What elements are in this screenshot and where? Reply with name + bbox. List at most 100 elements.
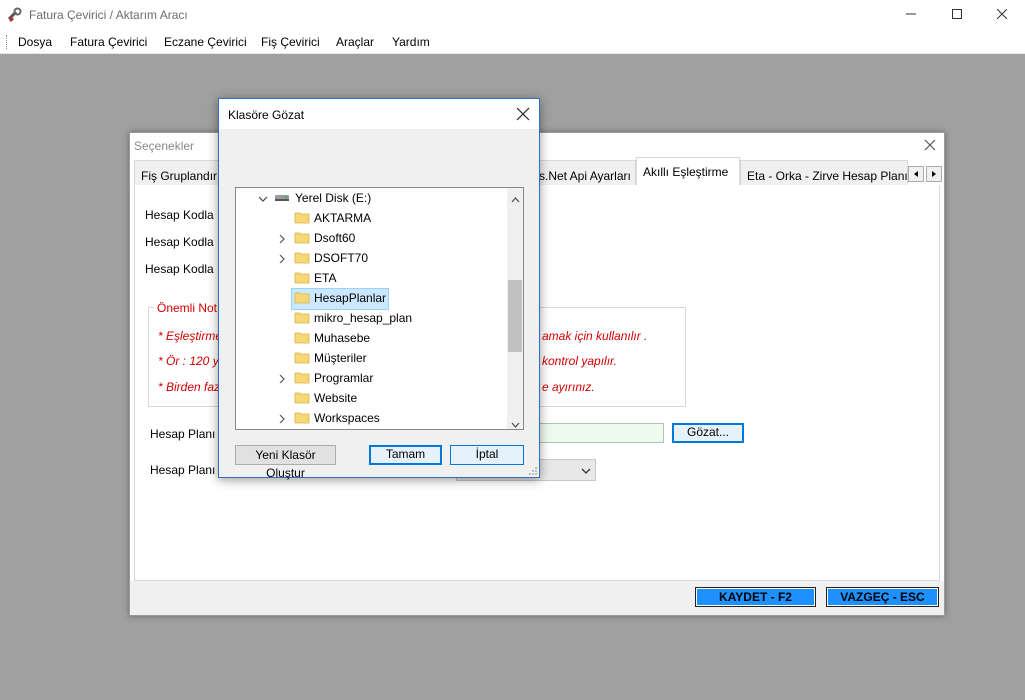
folder-icon [294,370,310,384]
folder-label: DSOFT70 [314,251,369,265]
chevron-down-icon [581,465,591,479]
folder-icon [294,290,310,304]
hesap-kodu-label-1: Hesap Kodla [145,208,214,222]
folder-label: HesapPlanlar [314,291,387,305]
hesap-plani-label-1: Hesap Planı [150,427,216,441]
folder-label: Programlar [314,371,374,385]
tree-node-drive[interactable]: Yerel Disk (E:) [236,188,507,208]
folder-label: Müşteriler [314,351,367,365]
note-line-2-end: kontrol yapılır. [542,354,617,368]
dialog-close-button[interactable] [516,107,530,121]
tab-net-api-ayarlari[interactable]: s.Net Api Ayarları [530,160,636,186]
chevron-right-icon[interactable] [278,233,286,244]
hesap-plani-path-input[interactable] [535,423,664,443]
menu-dosya[interactable]: Dosya [18,35,52,49]
note-line-3-end: e ayırınız. [542,380,595,394]
note-line-1: * Eşleştirme [158,329,223,343]
close-icon [516,107,530,121]
tab-fis-gruplandirma[interactable]: Fiş Gruplandırı [134,160,224,186]
dialog-title: Klasöre Gözat [228,108,305,122]
folder-icon [294,390,310,404]
options-close-button[interactable] [922,137,938,153]
new-folder-button[interactable]: Yeni Klasör Oluştur [235,445,336,480]
scrollbar-thumb[interactable] [508,280,522,352]
tab-scroll-left-button[interactable] [908,166,924,182]
folder-label: mikro_hesap_plan [314,311,413,325]
hesap-plani-label-2: Hesap Planı [150,463,216,477]
menu-araclar[interactable]: Araçlar [336,35,374,49]
menu-fatura-cevirici[interactable]: Fatura Çevirici [70,35,147,49]
folder-icon [294,330,310,344]
chevron-expanded-icon [258,193,268,203]
tree-node-folder[interactable]: Workspaces [236,408,507,428]
options-title: Seçenekler [134,139,195,153]
chevron-right-icon[interactable] [278,253,286,264]
ok-button[interactable]: Tamam [369,445,442,465]
folder-label: ETA [314,271,337,285]
folder-label: Workspaces [314,411,380,425]
tree-node-folder[interactable]: mikro_hesap_plan [236,308,507,328]
tab-akilli-eslestirme[interactable]: Akıllı Eşleştirme [636,157,740,187]
dialog-cancel-button[interactable]: İptal [450,445,524,465]
chevron-right-icon[interactable] [278,373,286,384]
folder-tree[interactable]: Yerel Disk (E:) AKTARMA Dsoft60 DSOFT70 ETA… [235,187,524,430]
tree-node-folder[interactable]: Muhasebe [236,328,507,348]
folder-icon [294,230,310,244]
chevron-right-icon[interactable] [278,413,286,424]
save-button[interactable]: KAYDET - F2 [695,587,816,607]
folder-icon [294,270,310,284]
folder-browse-dialog: Klasöre Gözat Yerel Disk (E:) AKTARMA Dso… [218,98,540,480]
folder-label: Dsoft60 [314,231,356,245]
tree-node-folder[interactable]: Programlar [236,368,507,388]
note-line-1-end: amak için kullanılır . [542,329,648,343]
tree-node-folder[interactable]: Website [236,388,507,408]
title-bar: Fatura Çevirici / Aktarım Aracı [0,0,1025,30]
menu-yardim[interactable]: Yardım [392,35,430,49]
hesap-kodu-label-3: Hesap Kodla [145,262,214,276]
tab-scroll-right-button[interactable] [926,166,942,182]
scroll-up-icon [511,192,520,206]
maximize-icon [952,8,962,22]
dialog-title-bar: Klasöre Gözat [219,99,539,129]
tree-node-folder[interactable]: AKTARMA [236,208,507,228]
window-title: Fatura Çevirici / Aktarım Aracı [29,8,188,22]
close-icon [924,139,936,151]
tab-hesap-plani[interactable]: Eta - Orka - Zirve Hesap Planı [740,160,908,186]
folder-icon [294,210,310,224]
folder-label: Muhasebe [314,331,371,345]
notes-title: Önemli Not [154,301,221,315]
browse-button[interactable]: Gözat... [672,423,744,443]
app-wrench-icon [7,7,23,23]
tree-node-folder[interactable]: Müşteriler [236,348,507,368]
tree-node-folder[interactable]: DSOFT70 [236,248,507,268]
folder-label: AKTARMA [314,211,372,225]
menu-eczane-cevirici[interactable]: Eczane Çevirici [164,35,247,49]
folder-icon [294,310,310,324]
minimize-button[interactable] [888,0,934,30]
folder-icon [294,250,310,264]
menu-fis-cevirici[interactable]: Fiş Çevirici [261,35,320,49]
folder-icon [294,410,310,424]
drive-label: Yerel Disk (E:) [295,191,372,205]
arrow-right-icon [932,171,936,177]
note-line-3: * Birden faz [158,380,221,394]
close-window-button[interactable] [979,0,1025,30]
options-footer: KAYDET - F2 VAZGEÇ - ESC [130,581,944,615]
close-icon [996,8,1008,22]
cancel-button[interactable]: VAZGEÇ - ESC [826,587,939,607]
maximize-button[interactable] [934,0,980,30]
arrow-left-icon [914,171,918,177]
minimize-icon [906,8,916,22]
menu-grip-icon [6,35,9,49]
tree-node-folder[interactable]: Dsoft60 [236,228,507,248]
tree-node-folder[interactable]: ETA [236,268,507,288]
menu-bar: Dosya Fatura Çevirici Eczane Çevirici Fi… [0,30,1025,54]
tree-node-folder[interactable]: HesapPlanlar [236,288,507,310]
scroll-down-icon [511,418,520,429]
tree-vertical-scrollbar[interactable] [507,188,523,429]
resize-grip-icon [528,465,538,479]
hesap-kodu-label-2: Hesap Kodla [145,235,214,249]
folder-icon [294,350,310,364]
folder-label: Website [314,391,358,405]
drive-icon [274,192,290,206]
